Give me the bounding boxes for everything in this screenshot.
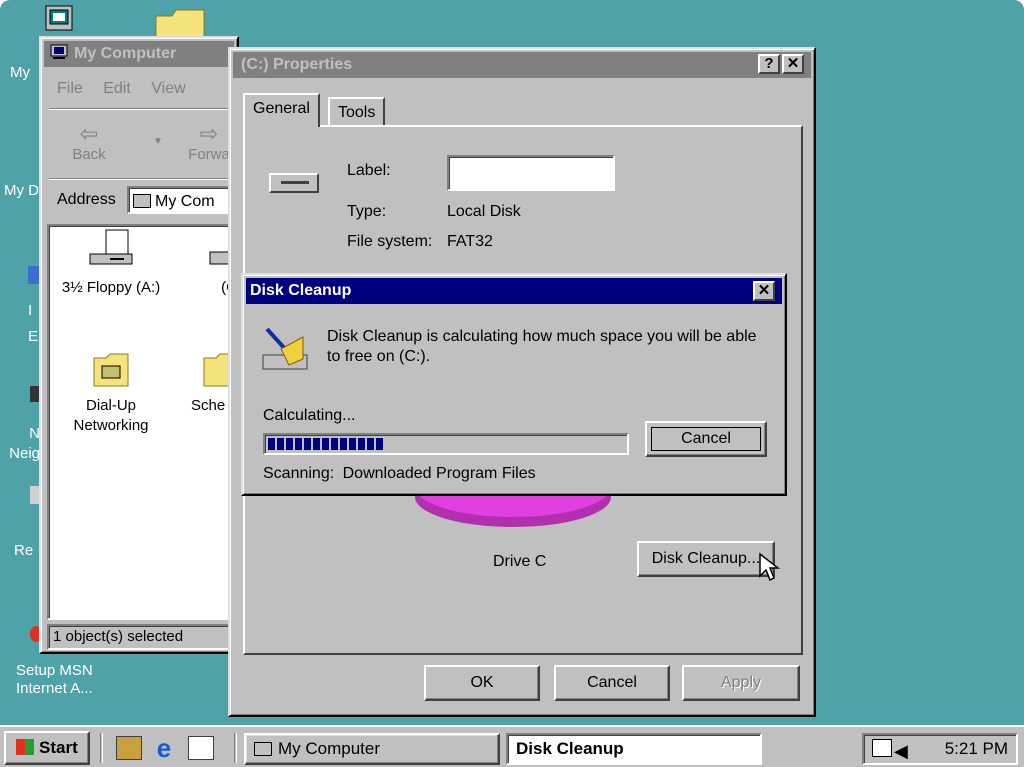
volume-icon[interactable]: ◀ <box>894 737 908 765</box>
progress-block <box>268 438 275 450</box>
menu-edit[interactable]: Edit <box>103 80 131 97</box>
menu-view[interactable]: View <box>151 80 185 97</box>
my-computer-window[interactable]: My Computer File Edit View ⇦ Back ▼ ⇨ Fo… <box>39 36 247 654</box>
help-button[interactable]: ? <box>758 54 780 74</box>
my-computer-menubar: File Edit View <box>57 80 202 98</box>
file-pane[interactable]: 3½ Floppy (A:) (C Dial-Up Networking Sch… <box>47 224 241 620</box>
back-dropdown-icon[interactable]: ▼ <box>153 136 163 147</box>
start-label: Start <box>39 738 78 757</box>
progress-block <box>358 438 365 450</box>
desktop-label-my-documents[interactable]: My D <box>4 182 39 200</box>
file-item-label: 3½ Floppy (A:) <box>61 279 161 296</box>
close-button[interactable]: ✕ <box>753 281 775 301</box>
computer-icon <box>45 5 73 31</box>
computer-icon <box>133 194 151 208</box>
scanning-label: Scanning: <box>263 465 335 482</box>
broom-icon <box>262 327 308 370</box>
close-button[interactable]: ✕ <box>782 54 804 74</box>
my-computer-title: My Computer <box>74 45 177 62</box>
disk-cleanup-dialog[interactable]: Disk Cleanup ✕ Disk Cleanup is calculati… <box>241 273 787 496</box>
label-input[interactable] <box>447 155 615 191</box>
tab-general[interactable]: General <box>243 93 320 127</box>
progress-block <box>277 438 284 450</box>
progress-block <box>349 438 356 450</box>
desktop-label-my-computer[interactable]: My <box>10 64 30 82</box>
scanning-row: Scanning: Downloaded Program Files <box>263 465 536 483</box>
apply-button[interactable]: Apply <box>682 665 800 701</box>
scanning-item: Downloaded Program Files <box>342 465 536 482</box>
screen: My My D I E N Neig Re Setup MSN Internet… <box>0 0 1024 767</box>
desktop-label-network-neighborhood[interactable]: N Neig <box>4 424 40 464</box>
address-value: My Com <box>155 193 215 210</box>
status-bar: 1 object(s) selected <box>47 624 241 650</box>
task-label: Disk Cleanup <box>516 739 624 758</box>
file-item-label: Dial-Up Networking <box>73 397 149 434</box>
show-desktop-icon[interactable] <box>116 736 142 760</box>
toolbar-divider <box>49 178 235 180</box>
back-label: Back <box>72 146 106 163</box>
progress-block <box>313 438 320 450</box>
progress-block <box>367 438 374 450</box>
progress-block <box>322 438 329 450</box>
forward-label: Forwa <box>188 146 230 163</box>
scheduler-icon[interactable] <box>872 739 892 757</box>
hard-drive-icon <box>269 173 319 193</box>
properties-title: (C:) Properties <box>241 56 353 73</box>
toolbar-divider <box>49 108 235 110</box>
desktop-label-recycle-bin[interactable]: Re <box>14 542 33 560</box>
desktop-top-icon[interactable] <box>44 4 74 34</box>
disk-cleanup-titlebar[interactable]: Disk Cleanup <box>246 278 782 304</box>
task-disk-cleanup[interactable]: Disk Cleanup <box>506 733 762 765</box>
cancel-button[interactable]: Cancel <box>554 665 670 701</box>
menu-file[interactable]: File <box>57 80 83 97</box>
ie-quicklaunch-icon[interactable]: e <box>150 735 178 761</box>
properties-titlebar[interactable]: (C:) Properties <box>233 52 811 78</box>
progress-bar <box>263 433 629 455</box>
progress-block <box>331 438 338 450</box>
ok-button[interactable]: OK <box>424 665 540 701</box>
drive-caption: Drive C <box>493 553 547 570</box>
system-tray: ◀ 5:21 PM <box>862 733 1018 765</box>
type-value: Local Disk <box>447 203 521 220</box>
mouse-cursor-icon <box>759 552 780 582</box>
progress-block <box>376 438 383 450</box>
address-bar: Address My Com <box>57 186 247 216</box>
back-arrow-icon: ⇦ <box>79 121 99 146</box>
task-label: My Computer <box>278 739 381 758</box>
progress-block <box>295 438 302 450</box>
start-button[interactable]: Start <box>4 731 90 765</box>
desktop: My My D I E N Neig Re Setup MSN Internet… <box>0 0 1024 725</box>
label-caption: Label: <box>347 162 391 179</box>
back-button[interactable]: ⇦ Back <box>61 121 117 164</box>
disk-cleanup-title: Disk Cleanup <box>250 282 352 299</box>
task-my-computer[interactable]: My Computer <box>244 733 500 765</box>
file-item-dialup[interactable]: Dial-Up Networking <box>51 350 171 436</box>
progress-block <box>286 438 293 450</box>
taskbar-divider <box>234 733 237 763</box>
fs-caption: File system: <box>347 233 433 250</box>
type-caption: Type: <box>347 203 387 220</box>
calculating-label: Calculating... <box>263 407 356 424</box>
computer-icon <box>254 742 272 756</box>
taskbar: Start e My Computer Disk Cleanup ◀ 5:21 … <box>0 725 1024 767</box>
disk-cleanup-button[interactable]: Disk Cleanup... <box>637 541 775 577</box>
windows-logo-icon <box>16 739 35 755</box>
cleanup-message: Disk Cleanup is calculating how much spa… <box>327 328 757 365</box>
taskbar-divider <box>100 733 103 763</box>
file-item-floppy[interactable]: 3½ Floppy (A:) <box>51 228 171 298</box>
dialup-folder-icon <box>93 353 129 387</box>
progress-block <box>304 438 311 450</box>
clock[interactable]: 5:21 PM <box>945 735 1008 763</box>
floppy-drive-icon <box>89 229 133 265</box>
address-label: Address <box>57 191 116 208</box>
my-computer-titlebar[interactable]: My Computer <box>44 41 234 67</box>
channels-icon[interactable] <box>188 736 214 760</box>
fs-value: FAT32 <box>447 233 493 250</box>
cancel-button[interactable]: Cancel <box>645 421 767 457</box>
progress-block <box>340 438 347 450</box>
computer-icon <box>50 43 68 59</box>
desktop-label-setup-msn[interactable]: Setup MSN Internet A... <box>16 662 126 698</box>
folder-icon[interactable] <box>154 8 206 39</box>
tab-tools[interactable]: Tools <box>328 97 386 127</box>
